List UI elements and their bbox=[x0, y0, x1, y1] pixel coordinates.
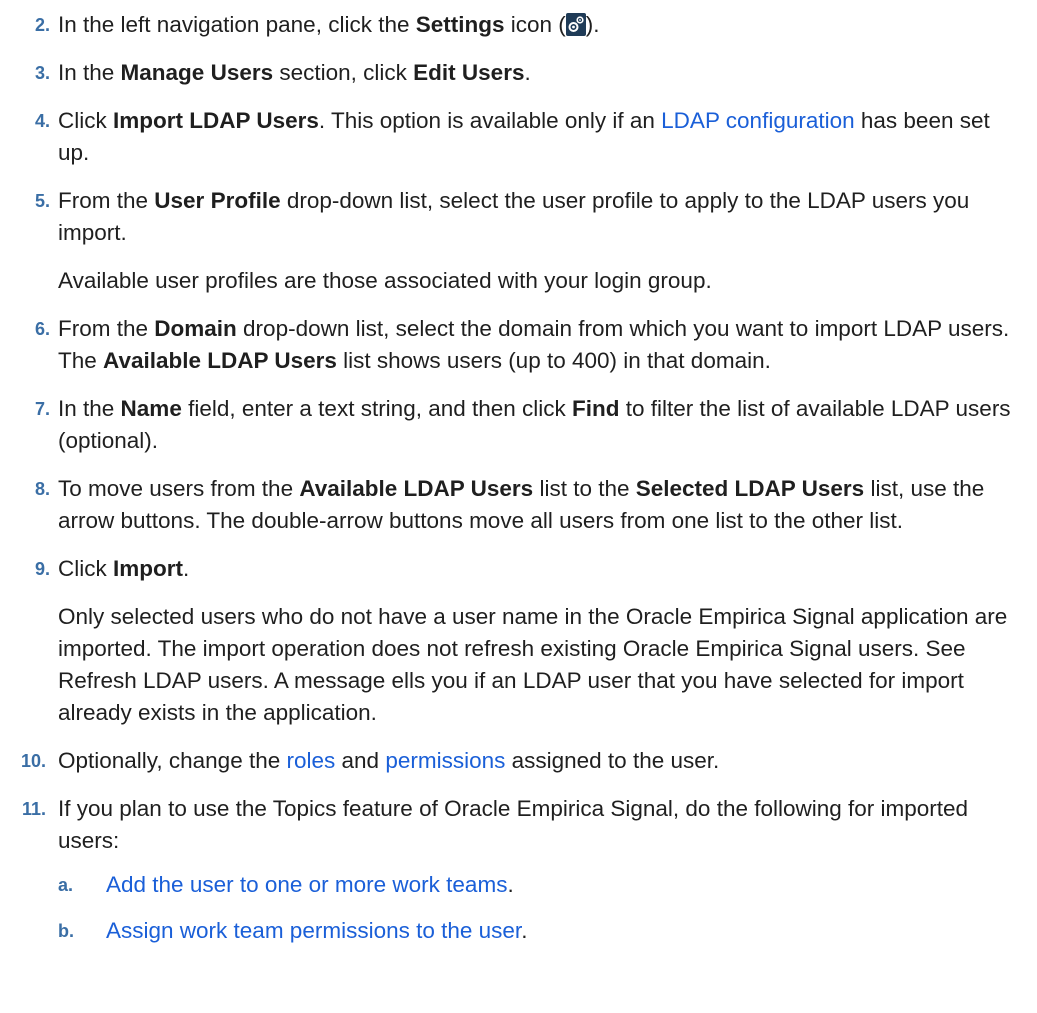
text: list shows users (up to 400) in that dom… bbox=[336, 348, 771, 373]
step-text: Optionally, change the roles and permiss… bbox=[58, 745, 1015, 777]
text: icon ( bbox=[504, 12, 566, 37]
text: . bbox=[524, 60, 531, 85]
step-number: 5. bbox=[34, 191, 50, 211]
step-3: 3. In the Manage Users section, click Ed… bbox=[0, 57, 1037, 89]
domain-term: Domain bbox=[154, 316, 237, 341]
text: ). bbox=[585, 12, 600, 37]
step-note: Only selected users who do not have a us… bbox=[58, 604, 1008, 725]
selected-ldap-users-term: Selected LDAP Users bbox=[635, 476, 865, 501]
text: . bbox=[183, 556, 190, 581]
text: To move users from the bbox=[58, 476, 300, 501]
substep-label: a. bbox=[58, 875, 74, 895]
text: Click bbox=[58, 556, 113, 581]
available-ldap-users-term: Available LDAP Users bbox=[299, 476, 534, 501]
substep-b: b. Assign work team permissions to the u… bbox=[58, 915, 1015, 947]
find-term: Find bbox=[572, 396, 620, 421]
step-5: 5. From the User Profile drop-down list,… bbox=[0, 185, 1037, 297]
step-text: In the Name field, enter a text string, … bbox=[58, 393, 1015, 457]
step-10: 10. Optionally, change the roles and per… bbox=[0, 745, 1037, 777]
text: From the bbox=[58, 188, 155, 213]
step-number: 9. bbox=[34, 559, 50, 579]
step-text: To move users from the Available LDAP Us… bbox=[58, 473, 1015, 537]
step-text: If you plan to use the Topics feature of… bbox=[58, 796, 969, 853]
text: . bbox=[507, 872, 514, 897]
step-8: 8. To move users from the Available LDAP… bbox=[0, 473, 1037, 537]
available-ldap-users-term: Available LDAP Users bbox=[103, 348, 337, 373]
text: section, click bbox=[273, 60, 414, 85]
substep-label: b. bbox=[58, 921, 74, 941]
step-text: In the Manage Users section, click Edit … bbox=[58, 57, 1015, 89]
text: . This option is available only if an bbox=[318, 108, 662, 133]
text: assigned to the user. bbox=[505, 748, 720, 773]
text: In the bbox=[58, 396, 121, 421]
step-number: 8. bbox=[34, 479, 50, 499]
text: . bbox=[521, 918, 528, 943]
step-7: 7. In the Name field, enter a text strin… bbox=[0, 393, 1037, 457]
step-text: Click Import LDAP Users. This option is … bbox=[58, 105, 1015, 169]
text: Optionally, change the bbox=[58, 748, 287, 773]
substep-a: a. Add the user to one or more work team… bbox=[58, 869, 1015, 901]
step-text: Click Import. bbox=[58, 553, 1015, 585]
assign-work-team-permissions-link[interactable]: Assign work team permissions to the user bbox=[106, 918, 521, 943]
text: From the bbox=[58, 316, 155, 341]
import-term: Import bbox=[113, 556, 183, 581]
step-11: 11. If you plan to use the Topics featur… bbox=[0, 793, 1037, 947]
procedure-steps: 2. In the left navigation pane, click th… bbox=[0, 0, 1037, 947]
text: In the bbox=[58, 60, 121, 85]
user-profile-term: User Profile bbox=[154, 188, 281, 213]
step-number: 6. bbox=[34, 319, 50, 339]
step-text: In the left navigation pane, click the S… bbox=[58, 9, 1015, 41]
text: In the left navigation pane, click the bbox=[58, 12, 416, 37]
text: field, enter a text string, and then cli… bbox=[181, 396, 573, 421]
step-number: 2. bbox=[34, 15, 50, 35]
step-6: 6. From the Domain drop-down list, selec… bbox=[0, 313, 1037, 377]
permissions-link[interactable]: permissions bbox=[385, 748, 505, 773]
step-note: Available user profiles are those associ… bbox=[58, 268, 712, 293]
step-text: From the Domain drop-down list, select t… bbox=[58, 313, 1015, 377]
step-number: 11. bbox=[21, 799, 46, 819]
step-text: From the User Profile drop-down list, se… bbox=[58, 185, 1015, 249]
import-ldap-users-term: Import LDAP Users bbox=[113, 108, 319, 133]
substep-list: a. Add the user to one or more work team… bbox=[58, 869, 1015, 947]
settings-term: Settings bbox=[415, 12, 505, 37]
text: and bbox=[335, 748, 386, 773]
ldap-configuration-link[interactable]: LDAP configuration bbox=[661, 108, 854, 133]
add-user-to-work-teams-link[interactable]: Add the user to one or more work teams bbox=[106, 872, 507, 897]
roles-link[interactable]: roles bbox=[286, 748, 335, 773]
step-number: 3. bbox=[34, 63, 50, 83]
step-4: 4. Click Import LDAP Users. This option … bbox=[0, 105, 1037, 169]
step-number: 7. bbox=[34, 399, 50, 419]
step-number: 10. bbox=[20, 751, 46, 771]
step-2: 2. In the left navigation pane, click th… bbox=[0, 9, 1037, 41]
step-9: 9. Click Import. Only selected users who… bbox=[0, 553, 1037, 729]
settings-icon bbox=[565, 13, 586, 36]
manage-users-term: Manage Users bbox=[120, 60, 274, 85]
name-term: Name bbox=[120, 396, 182, 421]
step-number: 4. bbox=[34, 111, 50, 131]
text: Click bbox=[58, 108, 113, 133]
edit-users-term: Edit Users bbox=[413, 60, 525, 85]
text: list to the bbox=[533, 476, 636, 501]
